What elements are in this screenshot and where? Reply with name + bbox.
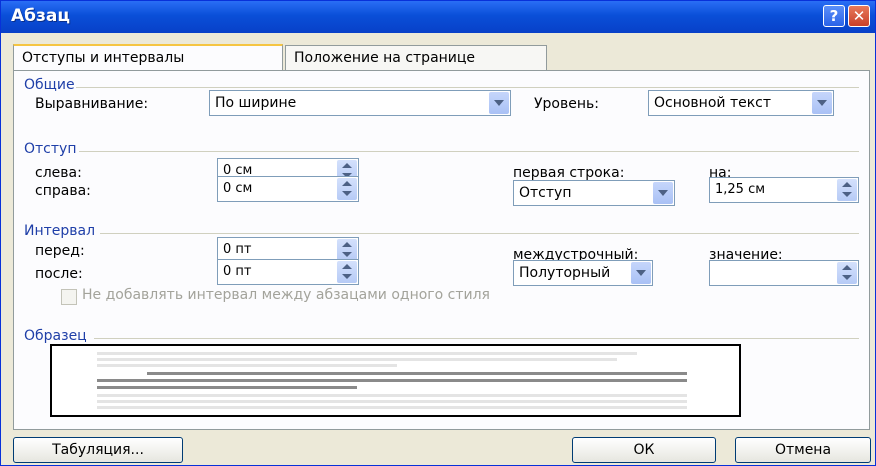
spinner-arrows-icon[interactable]: [337, 239, 357, 261]
indent-left-label: слева:: [35, 165, 82, 181]
first-line-label: первая строка:: [513, 165, 625, 181]
group-spacing-heading: Интервал: [24, 223, 96, 239]
tab-line-page-breaks[interactable]: Положение на странице: [285, 45, 547, 70]
spinner-arrows-icon[interactable]: [337, 261, 357, 283]
title-bar: Абзац ? ✕: [1, 1, 875, 33]
sample-preview: [50, 344, 741, 417]
spacing-after-value: 0 пт: [223, 264, 252, 279]
close-icon: ✕: [852, 7, 866, 25]
preview-line: [97, 379, 687, 382]
first-line-by-spinner[interactable]: 1,25 см: [709, 177, 859, 203]
help-button[interactable]: ?: [823, 5, 845, 27]
divider: [94, 338, 859, 339]
chevron-down-icon[interactable]: [653, 182, 673, 204]
first-line-by-value: 1,25 см: [715, 182, 766, 197]
preview-line: [97, 352, 637, 355]
alignment-select[interactable]: По ширине: [209, 90, 511, 116]
no-space-label: Не добавлять интервал между абзацами одн…: [82, 287, 490, 303]
cancel-button[interactable]: Отмена: [735, 437, 871, 463]
first-line-select[interactable]: Отступ: [513, 180, 675, 206]
line-spacing-select[interactable]: Полуторный: [513, 260, 653, 286]
level-label: Уровень:: [534, 96, 599, 112]
chevron-down-icon[interactable]: [812, 92, 832, 114]
indent-right-label: справа:: [35, 183, 91, 199]
preview-line: [97, 386, 357, 389]
spinner-arrows-icon[interactable]: [837, 179, 857, 201]
tab-indents-spacing[interactable]: Отступы и интервалы: [13, 44, 283, 71]
spinner-arrows-icon[interactable]: [337, 178, 357, 200]
divider: [100, 233, 859, 234]
preview-line: [97, 400, 687, 403]
alignment-value: По ширине: [215, 95, 297, 111]
spacing-before-value: 0 пт: [223, 242, 252, 257]
alignment-label: Выравнивание:: [35, 96, 149, 112]
level-value: Основной текст: [654, 95, 772, 111]
group-indent-heading: Отступ: [24, 141, 77, 157]
chevron-down-icon[interactable]: [489, 92, 509, 114]
divider: [79, 151, 859, 152]
help-icon: ?: [829, 7, 839, 25]
dialog-title: Абзац: [11, 6, 70, 26]
close-button[interactable]: ✕: [848, 5, 870, 27]
paragraph-dialog: Абзац ? ✕ Отступы и интервалы Положение …: [0, 0, 876, 466]
preview-line: [97, 358, 617, 361]
spinner-arrows-icon[interactable]: [837, 262, 857, 284]
chevron-down-icon[interactable]: [631, 262, 651, 284]
divider: [76, 87, 859, 88]
line-spacing-value: Полуторный: [519, 265, 611, 281]
preview-line: [97, 394, 687, 397]
ok-button[interactable]: ОК: [572, 437, 716, 463]
preview-line: [97, 406, 687, 409]
group-general-heading: Общие: [24, 77, 75, 93]
tabs-button[interactable]: Табуляция...: [13, 437, 183, 463]
spacing-after-spinner[interactable]: 0 пт: [217, 259, 359, 285]
spacing-after-label: после:: [35, 266, 83, 282]
preview-line: [97, 364, 397, 367]
indent-right-value: 0 см: [223, 181, 253, 196]
group-sample-heading: Образец: [24, 328, 87, 344]
first-line-value: Отступ: [519, 185, 572, 201]
spacing-before-label: перед:: [35, 243, 85, 259]
preview-line: [147, 372, 687, 375]
spacing-value-spinner[interactable]: [709, 260, 859, 286]
level-select[interactable]: Основной текст: [648, 90, 834, 116]
no-space-checkbox[interactable]: [61, 289, 77, 305]
indent-right-spinner[interactable]: 0 см: [217, 176, 359, 202]
